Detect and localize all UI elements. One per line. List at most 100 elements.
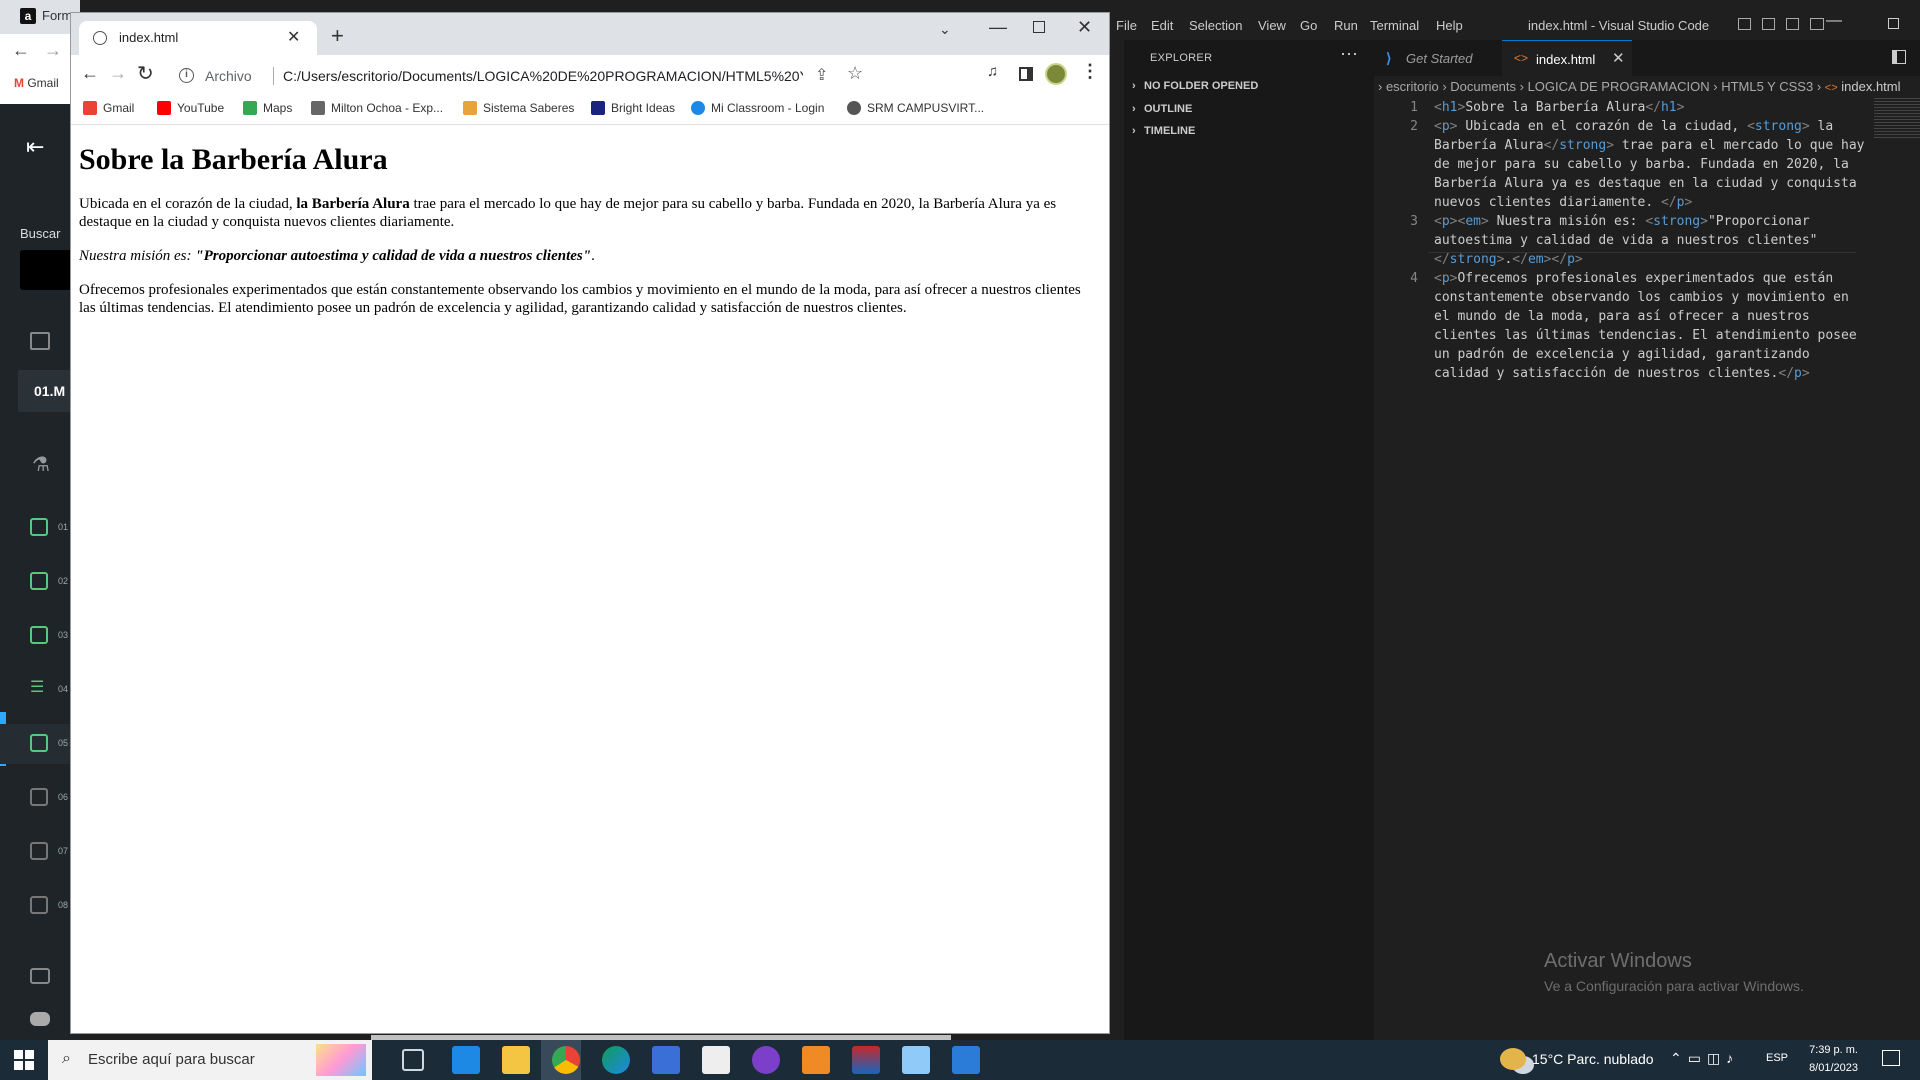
tab-index-html[interactable]: index.html ✕ xyxy=(79,21,317,55)
media-control-icon[interactable]: ♫ xyxy=(987,63,998,80)
info-icon[interactable]: i xyxy=(179,68,194,83)
back-button[interactable]: ← xyxy=(81,63,99,84)
chrome-icon[interactable] xyxy=(552,1046,580,1074)
customize-layout-icon[interactable] xyxy=(1810,18,1824,30)
profile-avatar[interactable] xyxy=(1045,63,1067,85)
lesson-item[interactable]: 06 xyxy=(0,778,80,818)
menu-terminal[interactable]: Terminal xyxy=(1370,18,1419,33)
lesson-item[interactable]: 01 xyxy=(0,508,80,548)
breadcrumb-item[interactable]: Documents xyxy=(1450,79,1516,94)
bookmark-sistema-saberes[interactable]: Sistema Saberes xyxy=(463,101,574,115)
url-text[interactable]: C:/Users/escritorio/Documents/LOGICA%20D… xyxy=(283,68,803,84)
toggle-panel-icon[interactable] xyxy=(1762,18,1775,30)
bookmark-youtube[interactable]: YouTube xyxy=(157,101,224,115)
back-arrow-icon[interactable]: ← xyxy=(12,40,30,61)
lesson-item[interactable]: 08 xyxy=(0,886,80,926)
lesson-item-active[interactable]: 05 xyxy=(0,724,80,764)
vscode-window: File Edit Selection View Go Run Terminal… xyxy=(1110,0,1920,1040)
mail-icon[interactable] xyxy=(452,1046,480,1074)
menu-help[interactable]: Help xyxy=(1436,18,1463,33)
app-icon[interactable] xyxy=(852,1046,880,1074)
breadcrumb-item[interactable]: HTML5 Y CSS3 xyxy=(1721,79,1813,94)
more-actions-icon[interactable]: ⋯ xyxy=(1340,44,1358,65)
section-outline[interactable]: › OUTLINE xyxy=(1132,103,1192,115)
close-window-button[interactable]: ✕ xyxy=(1077,17,1092,38)
menu-selection[interactable]: Selection xyxy=(1189,18,1242,33)
bookmark-bright-ideas[interactable]: Bright Ideas xyxy=(591,101,675,115)
forum-icon[interactable] xyxy=(30,968,50,984)
forward-arrow-icon[interactable]: → xyxy=(44,40,62,61)
breadcrumb-item[interactable]: LOGICA DE PROGRAMACION xyxy=(1528,79,1710,94)
vscode-icon[interactable] xyxy=(952,1046,980,1074)
tab-index-html[interactable]: <> index.html ✕ xyxy=(1502,40,1632,76)
bookmark-gmail[interactable]: M Gmail xyxy=(14,76,59,90)
lesson-item[interactable]: 02 xyxy=(0,562,80,602)
notepad-icon[interactable] xyxy=(902,1046,930,1074)
clock-time[interactable]: 7:39 p. m. xyxy=(1806,1044,1858,1056)
discord-icon[interactable] xyxy=(30,1012,50,1026)
reload-button[interactable]: ↻ xyxy=(137,61,154,86)
rendered-page: Sobre la Barbería Alura Ubicada en el co… xyxy=(71,125,1109,1033)
bookmark-srm-campusvirtual[interactable]: SRM CAMPUSVIRT... xyxy=(847,101,984,115)
lesson-item[interactable]: ☰ 04 xyxy=(0,670,80,710)
address-bar[interactable]: i Archivo C:/Users/escritorio/Documents/… xyxy=(167,59,887,93)
code-editor[interactable]: 1 <h1>Sobre la Barbería Alura</h1> 2 <p>… xyxy=(1374,98,1920,998)
close-tab-icon[interactable]: ✕ xyxy=(1612,49,1625,67)
lesson-item[interactable]: 07 xyxy=(0,832,80,872)
app-icon[interactable] xyxy=(702,1046,730,1074)
bookmark-milton-ochoa[interactable]: Milton Ochoa - Exp... xyxy=(311,101,443,115)
file-explorer-icon[interactable] xyxy=(502,1046,530,1074)
menu-go[interactable]: Go xyxy=(1300,18,1317,33)
bookmark-gmail[interactable]: Gmail xyxy=(83,101,134,115)
bookmark-maps[interactable]: Maps xyxy=(243,101,292,115)
chrome-menu-icon[interactable]: ⋮ xyxy=(1081,61,1099,82)
menu-file[interactable]: File xyxy=(1116,18,1137,33)
edge-icon[interactable] xyxy=(602,1046,630,1074)
split-editor-icon[interactable] xyxy=(1892,50,1906,64)
new-tab-button[interactable]: + xyxy=(331,23,344,49)
bookmark-mi-classroom[interactable]: Mi Classroom - Login xyxy=(691,101,824,115)
line-number: 1 xyxy=(1410,100,1418,115)
flask-icon[interactable]: ⚗ xyxy=(32,452,50,477)
menu-run[interactable]: Run xyxy=(1334,18,1358,33)
menu-view[interactable]: View xyxy=(1258,18,1286,33)
background-tab-label[interactable]: Form xyxy=(42,8,72,23)
system-tray-icons[interactable]: ⌃▭◫♪ xyxy=(1670,1050,1739,1067)
tab-search-icon[interactable]: ⌄ xyxy=(939,21,951,38)
menu-edit[interactable]: Edit xyxy=(1151,18,1173,33)
section-timeline[interactable]: › TIMELINE xyxy=(1132,125,1195,137)
language-indicator[interactable]: ESP xyxy=(1766,1052,1788,1064)
line-number: 3 xyxy=(1410,214,1418,229)
store-icon[interactable] xyxy=(652,1046,680,1074)
breadcrumb-item-current[interactable]: index.html xyxy=(1841,79,1900,94)
share-icon[interactable]: ⇪ xyxy=(815,65,828,85)
bookmark-star-icon[interactable]: ☆ xyxy=(847,63,863,84)
close-tab-icon[interactable]: ✕ xyxy=(287,27,300,47)
task-view-icon[interactable] xyxy=(402,1049,424,1071)
windows-start-icon[interactable] xyxy=(14,1050,34,1070)
section-no-folder[interactable]: › NO FOLDER OPENED xyxy=(1132,80,1258,92)
app-icon[interactable] xyxy=(752,1046,780,1074)
minimize-button[interactable]: — xyxy=(989,17,1007,38)
tab-get-started[interactable]: ⟩ Get Started xyxy=(1374,40,1502,76)
sidebar-collapse-icon[interactable]: ⇤ xyxy=(26,134,44,160)
lesson-item[interactable]: 03 xyxy=(0,616,80,656)
maximize-button[interactable] xyxy=(1033,21,1045,33)
clock-date[interactable]: 8/01/2023 xyxy=(1806,1062,1858,1074)
minimize-button[interactable]: — xyxy=(1826,12,1842,30)
code-text: Sobre la Barbería Alura xyxy=(1465,100,1646,115)
book-icon[interactable] xyxy=(30,332,50,350)
toggle-sidebar-icon[interactable] xyxy=(1738,18,1751,30)
sublime-text-icon[interactable] xyxy=(802,1046,830,1074)
notification-icon[interactable] xyxy=(1882,1050,1900,1066)
weather-text[interactable]: 15°C Parc. nublado xyxy=(1532,1051,1654,1067)
breadcrumb-item[interactable]: escritorio xyxy=(1386,79,1439,94)
taskbar-search[interactable]: ⌕ Escribe aquí para buscar xyxy=(48,1040,372,1080)
minimap[interactable] xyxy=(1874,98,1920,138)
toggle-secondary-sidebar-icon[interactable] xyxy=(1786,18,1799,30)
maximize-button[interactable] xyxy=(1888,18,1899,29)
side-panel-icon[interactable] xyxy=(1019,67,1033,81)
chevron-right-icon: › xyxy=(1132,125,1136,137)
weather-icon[interactable] xyxy=(1500,1048,1526,1070)
forward-button[interactable]: → xyxy=(109,63,127,84)
